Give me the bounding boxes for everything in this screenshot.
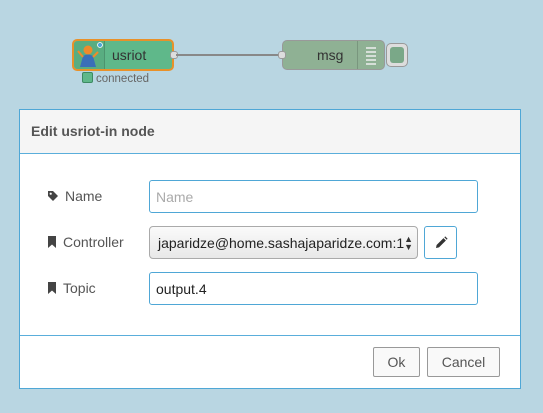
- controller-select-value: japaridze@home.sashajaparidze.com:1: [158, 235, 405, 251]
- tag-icon: [48, 191, 58, 201]
- status-text: connected: [96, 73, 150, 85]
- ok-button[interactable]: Ok: [373, 347, 420, 377]
- bookmark-icon: [48, 236, 56, 248]
- dialog-footer: Ok Cancel: [20, 335, 520, 390]
- msg-node[interactable]: msg: [278, 40, 385, 70]
- bookmark-icon: [48, 282, 56, 294]
- name-label: Name: [47, 188, 102, 204]
- topic-label: Topic: [47, 280, 96, 296]
- controller-label: Controller: [47, 234, 124, 250]
- edit-controller-button[interactable]: [424, 226, 457, 259]
- select-arrows-icon: ▲ ▼: [404, 234, 413, 252]
- topic-label-text: Topic: [63, 280, 96, 296]
- debug-toggle-button[interactable]: [386, 43, 408, 67]
- name-input[interactable]: [149, 180, 478, 213]
- edit-dialog: Edit usriot-in node Name Controller japa…: [19, 109, 521, 389]
- wire: [176, 54, 282, 56]
- name-label-text: Name: [65, 188, 103, 204]
- status-dot: [82, 72, 93, 83]
- topic-row: Topic: [20, 272, 520, 306]
- debug-toggle-indicator: [390, 47, 404, 63]
- list-icon: [357, 41, 384, 69]
- topic-input[interactable]: [149, 272, 478, 305]
- node-status: connected: [82, 72, 149, 85]
- controller-label-text: Controller: [63, 234, 124, 250]
- msg-input-port[interactable]: [278, 51, 286, 59]
- controller-select[interactable]: japaridze@home.sashajaparidze.com:1 ▲ ▼: [149, 226, 418, 259]
- msg-node-label: msg: [317, 47, 344, 63]
- name-row: Name: [20, 180, 520, 214]
- cancel-button[interactable]: Cancel: [427, 347, 500, 377]
- controller-row: Controller japaridze@home.sashajaparidze…: [20, 226, 520, 260]
- pencil-icon: [436, 236, 448, 248]
- dialog-title: Edit usriot-in node: [20, 110, 520, 154]
